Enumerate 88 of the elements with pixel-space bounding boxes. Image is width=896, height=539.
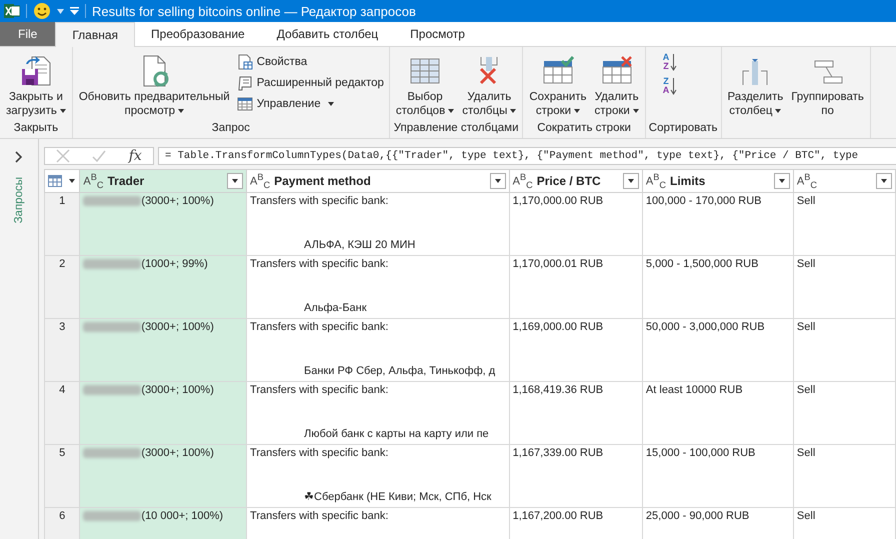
down-arrow-icon	[670, 53, 678, 71]
ribbon-tab[interactable]: Преобразование	[135, 22, 261, 46]
table-cell: Sell	[793, 192, 896, 256]
ribbon-button[interactable]: Расширенный редактор	[234, 74, 386, 92]
redacted-name	[83, 322, 142, 332]
table-cell: Transfers with specific bank: Альфа-Банк	[246, 256, 510, 318]
redacted-name	[83, 259, 142, 269]
column-header[interactable]: A$^{B}$$_{C}$ Payment method	[246, 170, 510, 192]
table-cell: 5,000 - 1,500,000 RUB	[642, 256, 794, 318]
ribbon-button[interactable]: Группировать по	[788, 53, 867, 120]
redacted-name	[83, 511, 142, 521]
customize-toolbar-icon	[70, 7, 79, 15]
table-cell: Sell	[793, 318, 896, 382]
sort-button[interactable]: Z A	[660, 77, 680, 95]
table-cell: 1,169,000.00 RUB	[509, 318, 642, 382]
ribbon-button[interactable]: Сохранить строки	[526, 53, 590, 120]
table-cell: (3000+; 100%)	[80, 192, 247, 256]
table-cell: 1,170,000.01 RUB	[509, 256, 642, 318]
table-cell: 100,000 - 170,000 RUB	[642, 192, 794, 256]
formula-field[interactable]: = Table.TransformColumnTypes(Data0,{{"Trader", type text}, {"Payment method", type text}, {"Price / BTC", type	[158, 147, 896, 165]
table-cell: (3000+; 100%)	[80, 444, 247, 508]
table-cell: 50,000 - 3,000,000 RUB	[642, 318, 794, 382]
ribbon-button[interactable]: Выбор столбцов	[392, 53, 458, 120]
table-cell: Transfers with specific bank: ☘Сбербанк (НЕ Киви; Мск, СПб, Нск	[246, 444, 510, 508]
ribbon-button[interactable]: Свойства	[234, 53, 386, 71]
queries-pane-label: Запросы	[13, 177, 25, 224]
table-cell: Transfers with specific bank: Любой банк с карты на карту или пе	[246, 382, 510, 444]
ribbon-tab[interactable]: File	[0, 22, 56, 46]
dropdown-caret-icon	[57, 8, 64, 14]
filter-button[interactable]	[490, 173, 506, 189]
table-cell: Sell	[793, 382, 896, 444]
row-number: 4	[44, 382, 80, 444]
redacted-name	[83, 385, 142, 395]
column-header[interactable]: A$^{B}$$_{C}$ Price / BTC	[509, 170, 642, 192]
ribbon-button[interactable]: Разделить столбец	[724, 53, 786, 120]
ribbon-button[interactable]: Удалить столбцы	[459, 53, 520, 120]
redacted-name	[83, 196, 142, 206]
table-cell: (3000+; 100%)	[80, 318, 247, 382]
table-cell: (1000+; 99%)	[80, 256, 247, 318]
table-icon	[236, 96, 253, 112]
ribbon-button[interactable]: Закрыть и загрузить	[3, 53, 69, 120]
group-label: Закрыть	[12, 122, 60, 136]
filter-button[interactable]	[774, 173, 790, 189]
table-icon	[48, 175, 62, 187]
sort-button[interactable]: A Z	[660, 53, 680, 71]
filter-button[interactable]	[227, 173, 244, 189]
down-arrow-icon	[670, 77, 678, 95]
table-cell: (10 000+; 100%)	[80, 508, 247, 539]
filter-button[interactable]	[876, 173, 892, 189]
expand-pane-button[interactable]	[15, 151, 23, 163]
group-label: Сортировать	[648, 122, 718, 136]
group-label: Сократить строки	[536, 122, 632, 136]
window-title: Results for selling bitcoins online — Редактор запросов	[92, 4, 416, 18]
table-cell: 15,000 - 100,000 RUB	[642, 444, 794, 508]
properties-icon	[236, 54, 253, 70]
group-label: Запрос	[210, 122, 251, 136]
table-cell: At least 10000 RUB	[642, 382, 794, 444]
excel-logo-icon	[4, 3, 20, 19]
column-header[interactable]: A$^{B}$$_{C}$ Trader	[80, 170, 247, 192]
table-cell: Transfers with specific bank: АЛЬФА, КЭШ 20 МИН	[246, 192, 510, 256]
table-cell: Transfers with specific bank: Банки РФ Сбер, Альфа, Тинькофф, д	[246, 318, 510, 382]
row-number: 1	[44, 192, 80, 256]
filter-button[interactable]	[622, 173, 639, 189]
ribbon-button[interactable]: Управление	[234, 95, 386, 113]
table-cell: Sell	[793, 444, 896, 508]
table-cell: 1,170,000.00 RUB	[509, 192, 642, 256]
ribbon-tab[interactable]: Просмотр	[394, 22, 481, 46]
table-cell: 1,167,339.00 RUB	[509, 444, 642, 508]
row-number: 6	[44, 508, 80, 539]
ribbon-button[interactable]: Удалить строки	[592, 53, 642, 120]
table-menu-button[interactable]	[44, 170, 80, 192]
ribbon-tab[interactable]: Добавить столбец	[260, 22, 394, 46]
ribbon-tab[interactable]: Главная	[55, 22, 136, 47]
insert-function-button[interactable]: fx	[128, 148, 142, 164]
close-load-icon	[20, 55, 52, 87]
smiley-icon	[33, 2, 51, 20]
redacted-name	[83, 448, 142, 458]
script-editor-icon	[236, 75, 253, 91]
column-header[interactable]: A$^{B}$$_{C}$ Limits	[642, 170, 794, 192]
ribbon-button[interactable]: Обновить предварительный просмотр	[76, 53, 233, 120]
table-cell: Sell	[793, 256, 896, 318]
row-number: 5	[44, 444, 80, 508]
table-cell: (3000+; 100%)	[80, 382, 247, 444]
group-label: Управление столбцами	[392, 122, 520, 136]
chevron-right-icon	[15, 151, 23, 163]
table-cell: 1,168,419.36 RUB	[509, 382, 642, 444]
row-number: 2	[44, 256, 80, 318]
row-number: 3	[44, 318, 80, 382]
